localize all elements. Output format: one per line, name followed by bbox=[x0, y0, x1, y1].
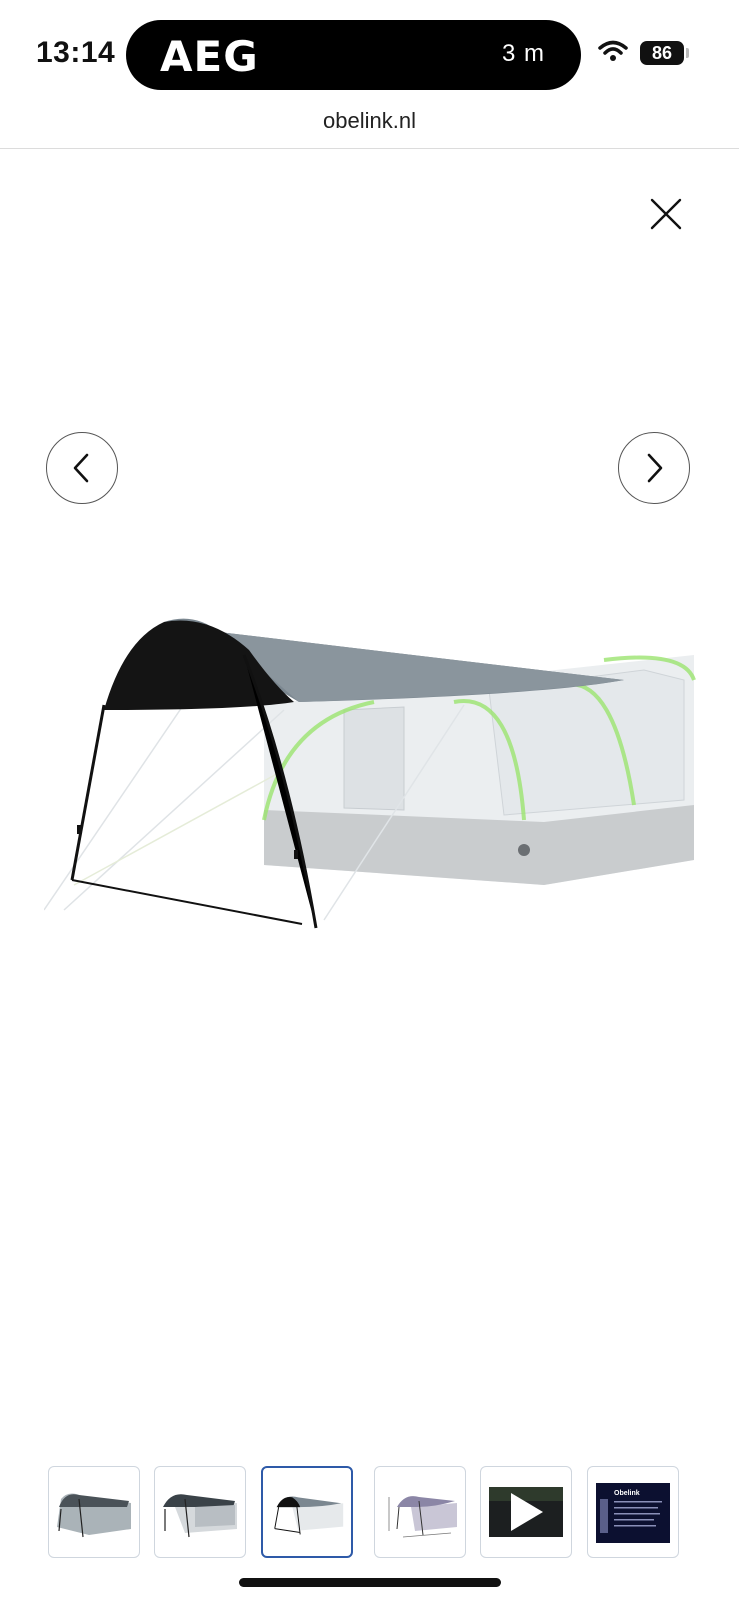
product-image-canopy bbox=[44, 618, 696, 929]
browser-url[interactable]: obelink.nl bbox=[0, 108, 739, 134]
battery-cap bbox=[686, 48, 689, 58]
info-sheet-brand: Obelink bbox=[614, 1490, 640, 1497]
tent-canopy-dark-icon bbox=[274, 1496, 344, 1535]
chevron-right-icon bbox=[647, 453, 663, 483]
status-bar: 13:14 AEG 3 m 86 bbox=[0, 0, 739, 108]
thumbnail-6-info-sheet[interactable]: Obelink bbox=[587, 1466, 679, 1558]
thumbnail-strip: Obelink bbox=[48, 1466, 693, 1560]
next-image-button[interactable] bbox=[618, 432, 690, 504]
wifi-icon bbox=[598, 40, 628, 61]
play-icon bbox=[489, 1487, 563, 1537]
battery-indicator: 86 bbox=[640, 41, 684, 65]
product-info-sheet-icon: Obelink bbox=[596, 1483, 670, 1543]
thumbnail-1[interactable] bbox=[48, 1466, 140, 1558]
tent-canopy-grey-icon-2 bbox=[163, 1494, 237, 1538]
close-icon[interactable] bbox=[648, 196, 684, 232]
tent-dimensions-icon bbox=[388, 1496, 457, 1538]
dynamic-island[interactable]: AEG 3 m bbox=[126, 20, 581, 90]
home-indicator[interactable] bbox=[239, 1578, 501, 1587]
thumbnail-2[interactable] bbox=[154, 1466, 246, 1558]
previous-image-button[interactable] bbox=[46, 432, 118, 504]
thumbnail-4[interactable] bbox=[374, 1466, 466, 1558]
toolbar-divider bbox=[0, 148, 739, 149]
status-time: 13:14 bbox=[36, 36, 116, 69]
thumbnail-5-video[interactable] bbox=[480, 1466, 572, 1558]
thumbnail-3-selected[interactable] bbox=[261, 1466, 353, 1558]
tent-canopy-grey-icon bbox=[57, 1493, 131, 1538]
island-brand-logo: AEG bbox=[160, 32, 259, 81]
chevron-left-icon bbox=[73, 453, 89, 483]
island-timer: 3 m bbox=[501, 40, 545, 67]
